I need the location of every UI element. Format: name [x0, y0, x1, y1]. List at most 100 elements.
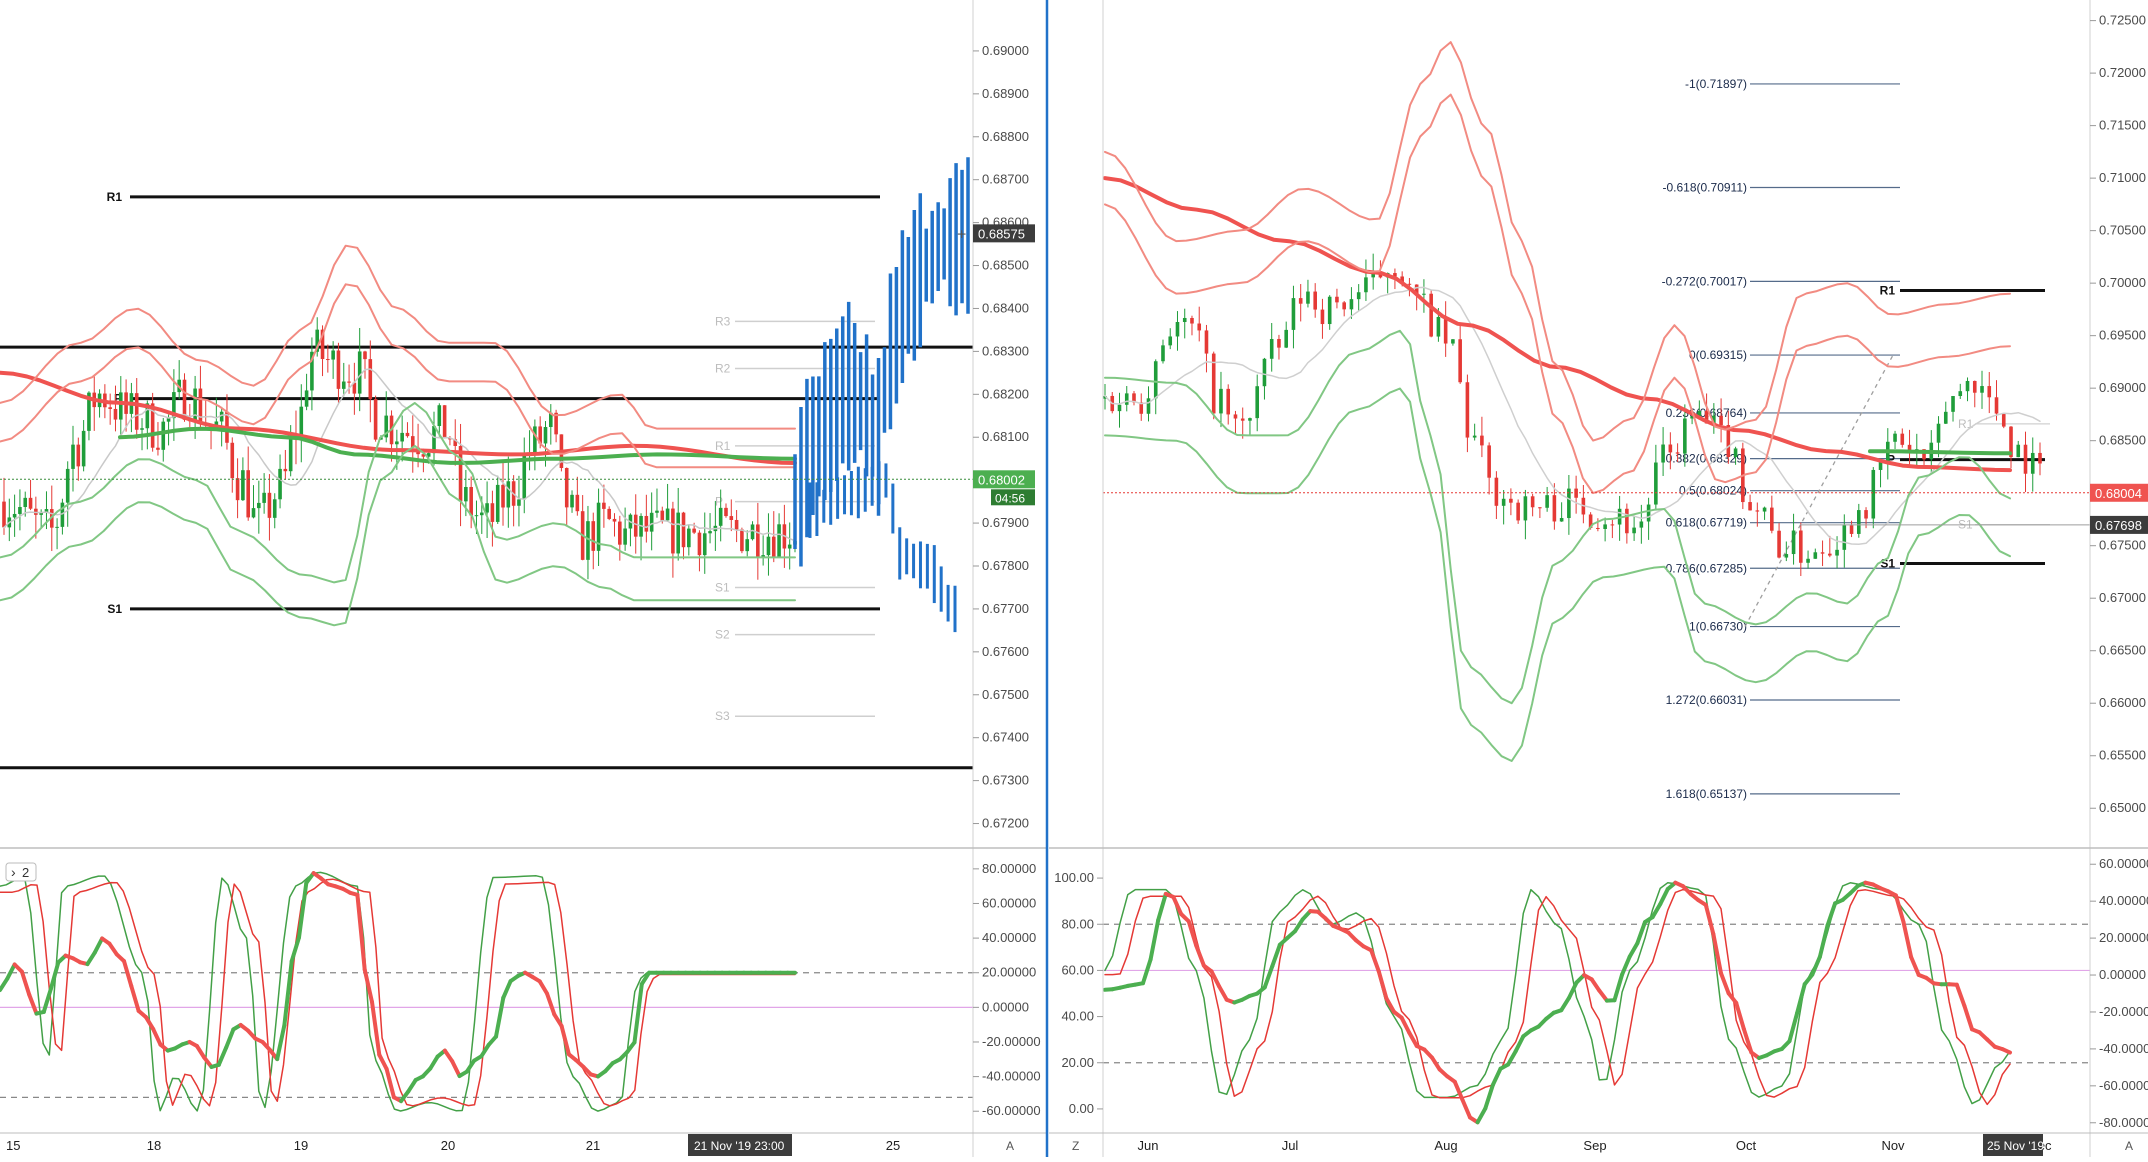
candle-body[interactable] [108, 407, 112, 409]
daily-candle-body[interactable] [1683, 419, 1687, 454]
candle-body[interactable] [369, 359, 373, 399]
daily-candle-body[interactable] [1560, 518, 1564, 521]
candle-body[interactable] [55, 527, 59, 528]
daily-candle-body[interactable] [1205, 330, 1209, 353]
daily-candle-body[interactable] [1241, 419, 1245, 421]
daily-candle-body[interactable] [1973, 381, 1977, 393]
candle-body[interactable] [358, 351, 362, 393]
candle-body[interactable] [751, 524, 755, 539]
daily-candle-body[interactable] [1487, 445, 1491, 477]
candle-body[interactable] [284, 469, 288, 471]
candle-body[interactable] [650, 513, 654, 532]
candle-body[interactable] [114, 409, 118, 420]
daily-candle-body[interactable] [1654, 463, 1658, 505]
daily-candle-body[interactable] [1458, 339, 1462, 382]
daily-candle-body[interactable] [1676, 452, 1680, 453]
daily-candle-body[interactable] [1603, 524, 1607, 529]
candle-body[interactable] [193, 389, 197, 422]
daily-candle-body[interactable] [2024, 445, 2028, 474]
candle-body[interactable] [491, 503, 495, 522]
candle-body[interactable] [469, 487, 473, 515]
daily-candle-body[interactable] [1306, 292, 1310, 304]
daily-candle-body[interactable] [1835, 550, 1839, 556]
candle-body[interactable] [507, 481, 511, 507]
daily-candle-body[interactable] [1219, 389, 1223, 414]
right-oscillator-pane[interactable] [1103, 883, 2090, 1123]
candle-body[interactable] [305, 390, 309, 406]
candle-body[interactable] [724, 508, 728, 516]
daily-candle-body[interactable] [1843, 525, 1847, 550]
daily-candle-body[interactable] [1828, 554, 1832, 556]
candle-body[interactable] [268, 493, 272, 518]
candle-body[interactable] [161, 422, 165, 450]
daily-candle-body[interactable] [1785, 554, 1789, 558]
candle-body[interactable] [591, 521, 595, 551]
daily-candle-body[interactable] [1451, 339, 1455, 343]
candle-body[interactable] [406, 433, 410, 436]
candle-body[interactable] [576, 495, 580, 511]
candle-body[interactable] [719, 508, 723, 526]
candle-body[interactable] [522, 456, 526, 500]
candle-body[interactable] [777, 524, 781, 557]
daily-candle-body[interactable] [1147, 398, 1151, 413]
candle-body[interactable] [252, 508, 256, 517]
candle-body[interactable] [645, 516, 649, 532]
candle-body[interactable] [18, 507, 22, 514]
candle-body[interactable] [517, 499, 521, 505]
candle-body[interactable] [788, 545, 792, 549]
candle-body[interactable] [23, 498, 27, 507]
daily-candle-body[interactable] [1748, 502, 1752, 510]
candle-body[interactable] [342, 382, 346, 389]
daily-candle-body[interactable] [1321, 310, 1325, 324]
daily-candle-body[interactable] [1857, 510, 1861, 534]
daily-candle-body[interactable] [1495, 478, 1499, 506]
daily-candle-body[interactable] [1850, 525, 1854, 534]
daily-candle-body[interactable] [1197, 324, 1201, 331]
daily-candle-body[interactable] [1342, 302, 1346, 309]
candle-body[interactable] [687, 529, 691, 548]
daily-candle-body[interactable] [1893, 434, 1897, 442]
daily-candle-body[interactable] [1647, 505, 1651, 522]
daily-candle-body[interactable] [1357, 292, 1361, 299]
daily-candle-body[interactable] [1248, 418, 1252, 421]
candle-body[interactable] [607, 509, 611, 519]
daily-candle-body[interactable] [2002, 414, 2006, 427]
candle-body[interactable] [660, 511, 664, 521]
daily-candle-body[interactable] [1951, 396, 1955, 412]
candle-body[interactable] [745, 539, 749, 551]
candle-body[interactable] [140, 428, 144, 430]
daily-candle-body[interactable] [1958, 391, 1962, 396]
daily-candle-body[interactable] [1473, 436, 1477, 438]
candle-body[interactable] [767, 537, 771, 555]
daily-candle-body[interactable] [1502, 499, 1506, 506]
daily-candle-body[interactable] [1313, 292, 1317, 310]
daily-candle-body[interactable] [1864, 510, 1868, 518]
candle-body[interactable] [729, 516, 733, 520]
daily-candle-body[interactable] [1538, 507, 1542, 508]
candle-body[interactable] [395, 441, 399, 444]
daily-candle-body[interactable] [1255, 386, 1259, 418]
daily-candle-body[interactable] [1806, 559, 1810, 563]
candle-body[interactable] [273, 499, 277, 518]
daily-candle-body[interactable] [1792, 531, 1796, 555]
candle-body[interactable] [703, 533, 707, 555]
left-oscillator-pane[interactable]: ›2 [0, 863, 973, 1111]
daily-candle-body[interactable] [1154, 361, 1158, 398]
daily-candle-body[interactable] [1437, 317, 1441, 337]
chart-canvas[interactable]: R1PS1R3R2R1PS1S2S3 ›2 -1(0.71897)-0.618(… [0, 0, 2148, 1157]
daily-candle-body[interactable] [1408, 284, 1412, 285]
daily-candle-body[interactable] [2038, 453, 2042, 464]
daily-candle-body[interactable] [1611, 524, 1615, 525]
candle-body[interactable] [246, 470, 250, 517]
daily-candle-body[interactable] [1190, 318, 1194, 324]
candle-body[interactable] [602, 503, 606, 509]
candle-body[interactable] [443, 405, 447, 438]
daily-candle-body[interactable] [1661, 445, 1665, 463]
daily-candle-body[interactable] [1966, 381, 1970, 391]
daily-candle-body[interactable] [1480, 436, 1484, 446]
daily-candle-body[interactable] [1466, 382, 1470, 437]
daily-candle-body[interactable] [1669, 445, 1673, 453]
candle-body[interactable] [570, 495, 574, 508]
daily-candle-body[interactable] [1995, 397, 1999, 413]
candle-body[interactable] [772, 537, 776, 557]
